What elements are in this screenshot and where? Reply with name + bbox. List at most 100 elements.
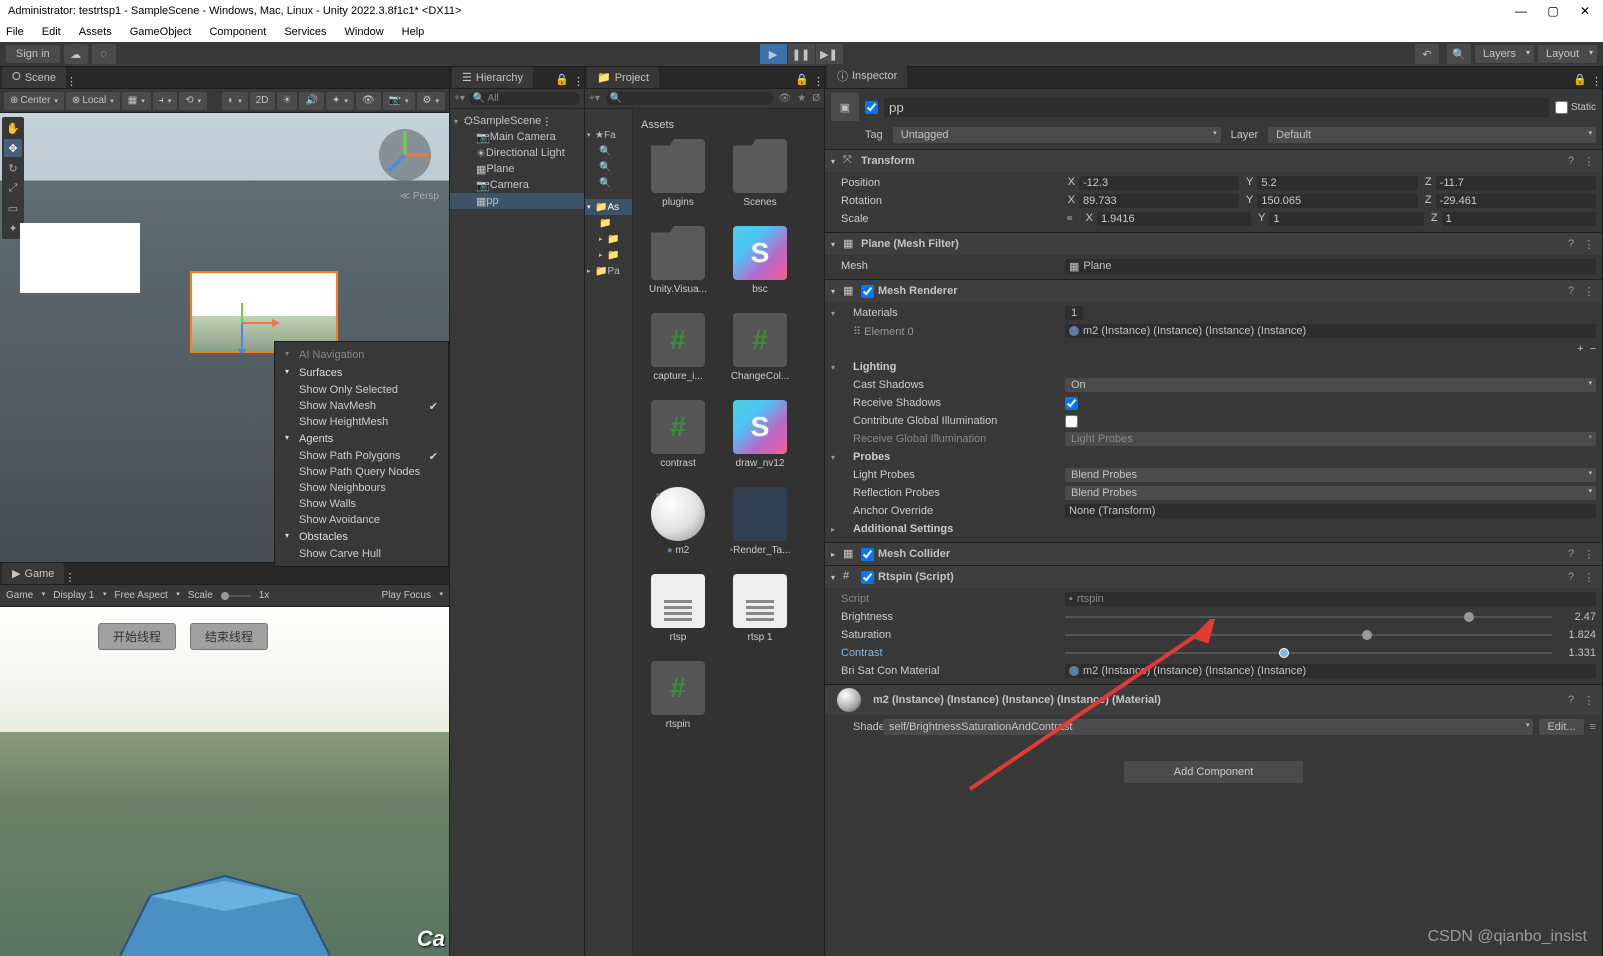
project-tab-menu[interactable]: ⋮	[813, 75, 824, 88]
hier-item-camera2[interactable]: 📷 Camera	[450, 177, 584, 193]
scene-tab-menu[interactable]: ⋮	[66, 75, 77, 88]
effects-button[interactable]: ✦	[326, 92, 354, 110]
menu-assets[interactable]: Assets	[77, 24, 114, 40]
saturation-slider[interactable]: 1.824	[1065, 629, 1596, 641]
brightness-slider[interactable]: 2.47	[1065, 611, 1596, 623]
asset-Render_Ta-[interactable]: ▪Render_Ta...	[719, 487, 801, 556]
ainav-show-path-poly[interactable]: Show Path Polygons✔	[275, 448, 448, 464]
game-tab[interactable]: ▶ Game	[2, 563, 64, 584]
2d-button[interactable]: 2D	[250, 92, 275, 110]
tree-fav-search3[interactable]: 🔍	[585, 175, 632, 191]
end-thread-button[interactable]: 结束线程	[190, 623, 268, 650]
gameobject-name-input[interactable]	[884, 98, 1549, 117]
close-icon[interactable]: ✕	[1579, 5, 1591, 17]
hand-tool[interactable]: ✋	[4, 119, 22, 137]
maximize-icon[interactable]: ▢	[1547, 5, 1559, 17]
settings-icon[interactable]: ◌	[92, 44, 116, 64]
menu-window[interactable]: Window	[343, 24, 386, 40]
pos-y[interactable]	[1257, 176, 1417, 190]
hier-item-pp[interactable]: ▦ pp	[450, 193, 584, 209]
tag-dropdown[interactable]: Untagged	[893, 127, 1221, 143]
mesh-field[interactable]: ▦ Plane	[1065, 259, 1596, 274]
ainav-show-carve[interactable]: Show Carve Hull	[275, 546, 448, 562]
ainav-show-avoidance[interactable]: Show Avoidance	[275, 512, 448, 528]
game-tab-menu[interactable]: ⋮	[64, 571, 75, 584]
layer-dropdown[interactable]: Default	[1268, 127, 1596, 143]
asset-ChangeCol-[interactable]: #ChangeCol...	[719, 313, 801, 382]
hierarchy-search[interactable]: 🔍 All	[469, 92, 580, 105]
transform-header[interactable]: ▾⤧Transform?⋮	[825, 150, 1602, 172]
undo-history-icon[interactable]: ↶	[1415, 44, 1439, 64]
hier-item-light[interactable]: ☀ Directional Light	[450, 145, 584, 161]
layout-dropdown[interactable]: Layout	[1538, 45, 1597, 63]
tree-fav-search2[interactable]: 🔍	[585, 159, 632, 175]
static-checkbox[interactable]	[1555, 101, 1568, 114]
asset-plugins[interactable]: plugins	[637, 139, 719, 208]
shader-edit-button[interactable]: Edit...	[1539, 719, 1583, 735]
ainav-obstacles[interactable]: Obstacles	[275, 528, 448, 546]
mat-add-button[interactable]: +	[1577, 343, 1583, 355]
rot-y[interactable]	[1257, 194, 1417, 208]
project-tab[interactable]: 📁 Project	[587, 67, 659, 88]
tree-fav-search1[interactable]: 🔍	[585, 143, 632, 159]
layers-dropdown[interactable]: Layers	[1475, 45, 1534, 63]
material-element0[interactable]: m2 (Instance) (Instance) (Instance) (Ins…	[1065, 324, 1596, 338]
ainav-show-heightmesh[interactable]: Show HeightMesh	[275, 414, 448, 430]
shader-dropdown[interactable]: self/BrightnessSaturationAndContrast	[883, 719, 1533, 735]
play-button[interactable]: ▶	[760, 44, 788, 64]
pos-z[interactable]	[1436, 176, 1596, 190]
grid-button[interactable]: ▦	[122, 92, 151, 110]
menu-component[interactable]: Component	[207, 24, 268, 40]
project-favorites-icon[interactable]: ★	[797, 93, 806, 104]
scale-link-icon[interactable]: ⚭	[1065, 212, 1079, 226]
display-dd[interactable]: Display 1	[53, 590, 106, 601]
cast-shadows-dd[interactable]: On	[1065, 378, 1596, 392]
meshcollider-header[interactable]: ▸▦Mesh Collider?⋮	[825, 543, 1602, 565]
create-button[interactable]: +▾	[454, 93, 465, 104]
inspector-lock-icon[interactable]: 🔒	[1569, 71, 1591, 88]
search-icon[interactable]: 🔍	[1447, 44, 1471, 64]
persp-label[interactable]: ≪ Persp	[400, 191, 439, 202]
ainav-show-only-selected[interactable]: Show Only Selected	[275, 382, 448, 398]
orientation-gizmo[interactable]: x	[377, 127, 433, 183]
scale-y[interactable]	[1269, 212, 1423, 226]
tree-favorites[interactable]: ▾★ Fa	[585, 127, 632, 143]
asset-contrast[interactable]: #contrast	[637, 400, 719, 469]
increment-button[interactable]: ⟲	[179, 92, 207, 110]
material-header[interactable]: m2 (Instance) (Instance) (Instance) (Ins…	[825, 685, 1602, 715]
asset-capture_i-[interactable]: #capture_i...	[637, 313, 719, 382]
project-hidden-icon[interactable]: Ø	[812, 93, 820, 104]
move-tool[interactable]: ✥	[4, 139, 22, 157]
meshfilter-header[interactable]: ▾▦Plane (Mesh Filter)?⋮	[825, 233, 1602, 255]
gameobject-active-checkbox[interactable]	[865, 101, 878, 114]
ainav-show-neighbours[interactable]: Show Neighbours	[275, 480, 448, 496]
pos-x[interactable]	[1079, 176, 1239, 190]
scale-tool[interactable]: ⤢	[4, 179, 22, 197]
contrib-gi-checkbox[interactable]	[1065, 415, 1078, 428]
game-mode-dd[interactable]: Game	[6, 590, 45, 601]
gameobject-icon[interactable]: ▣	[831, 93, 859, 121]
audio-button[interactable]: 🔊	[299, 92, 323, 110]
ainav-show-navmesh[interactable]: Show NavMesh✔	[275, 398, 448, 414]
project-breadcrumb[interactable]: Assets	[637, 117, 820, 139]
scale-x[interactable]	[1097, 212, 1251, 226]
pivot-mode-button[interactable]: ⊕Center	[4, 92, 64, 110]
aspect-dd[interactable]: Free Aspect	[114, 590, 179, 601]
meshcollider-enabled[interactable]	[861, 548, 874, 561]
camera-button[interactable]: 📷	[383, 92, 415, 110]
menu-help[interactable]: Help	[400, 24, 427, 40]
scale-z[interactable]	[1442, 212, 1596, 226]
shader-menu-icon[interactable]: ≡	[1590, 721, 1596, 733]
scene-tab[interactable]: ⭘ Scene	[2, 67, 66, 88]
project-lock-icon[interactable]: 🔒	[791, 71, 813, 88]
asset-rtsp[interactable]: rtsp	[637, 574, 719, 643]
snap-button[interactable]: ⫞	[153, 92, 178, 110]
tree-assets-sub2[interactable]: ▸📁	[585, 231, 632, 247]
ainav-show-path-query[interactable]: Show Path Query Nodes	[275, 464, 448, 480]
cloud-icon[interactable]: ☁	[64, 44, 88, 64]
reflection-probes-dd[interactable]: Blend Probes	[1065, 486, 1596, 500]
light-probes-dd[interactable]: Blend Probes	[1065, 468, 1596, 482]
ainav-agents[interactable]: Agents	[275, 430, 448, 448]
hier-item-camera[interactable]: 📷 Main Camera	[450, 129, 584, 145]
hierarchy-tab-menu[interactable]: ⋮	[573, 75, 584, 88]
